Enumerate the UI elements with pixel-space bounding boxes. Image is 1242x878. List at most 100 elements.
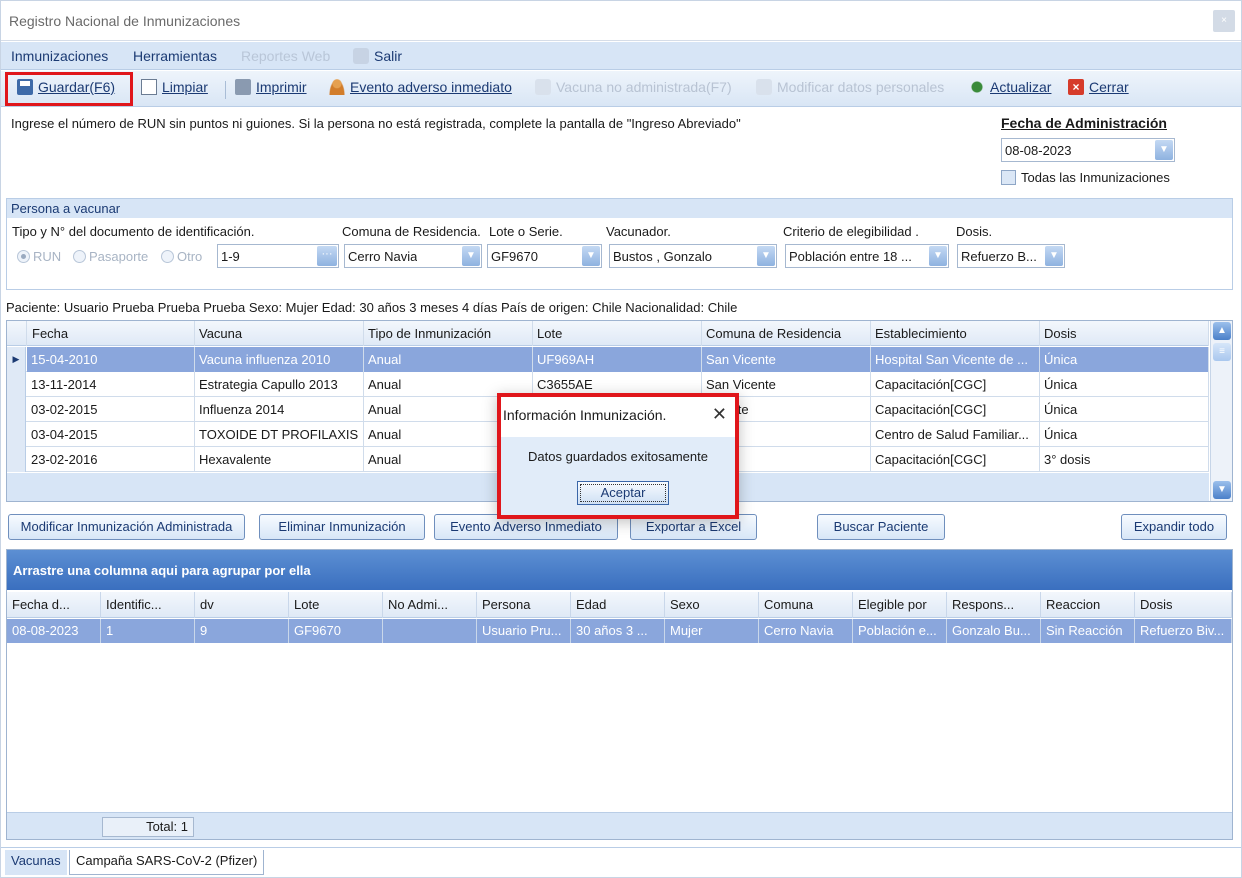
table-cell[interactable]: Centro de Salud Familiar...	[871, 422, 1040, 447]
documento-input[interactable]: 1-9 ···	[217, 244, 339, 268]
table-cell[interactable]: Estrategia Capullo 2013	[195, 372, 364, 397]
column-header[interactable]: Fecha d...	[7, 592, 101, 618]
row-header[interactable]	[7, 447, 26, 472]
table-cell[interactable]: Capacitación[CGC]	[871, 447, 1040, 472]
col-comuna[interactable]: Comuna de Residencia	[702, 321, 871, 346]
table-cell[interactable]: Refuerzo Biv...	[1135, 619, 1232, 643]
table-cell[interactable]: Gonzalo Bu...	[947, 619, 1041, 643]
table-cell[interactable]: 9	[195, 619, 289, 643]
chevron-down-icon[interactable]: ▼	[462, 246, 480, 266]
column-header[interactable]: Identific...	[101, 592, 195, 618]
column-header[interactable]: Persona	[477, 592, 571, 618]
table-cell[interactable]: 15-04-2010	[27, 347, 195, 372]
table-cell[interactable]: Hexavalente	[195, 447, 364, 472]
row-header[interactable]	[7, 372, 26, 397]
chevron-down-icon[interactable]: ▼	[1155, 140, 1173, 160]
table-cell[interactable]: Vacuna influenza 2010	[195, 347, 364, 372]
table-cell[interactable]: Anual	[364, 347, 533, 372]
group-by-bar[interactable]: Arrastre una columna aqui para agrupar p…	[7, 550, 1232, 590]
todas-inmunizaciones-checkbox[interactable]	[1001, 170, 1016, 185]
history-scrollbar[interactable]: ▲ ≡ ▼	[1210, 321, 1232, 501]
table-cell[interactable]: 03-04-2015	[27, 422, 195, 447]
col-lote[interactable]: Lote	[533, 321, 702, 346]
window-close-button[interactable]: ×	[1213, 10, 1235, 32]
column-header[interactable]: Comuna	[759, 592, 853, 618]
table-cell[interactable]: Usuario Pru...	[477, 619, 571, 643]
cerrar-button[interactable]: × Cerrar	[1068, 79, 1129, 95]
menu-reportes-web[interactable]: Reportes Web	[241, 48, 330, 64]
modificar-datos-button[interactable]: Modificar datos personales	[756, 79, 944, 95]
radio-run[interactable]: RUN	[17, 249, 61, 264]
actualizar-button[interactable]: Actualizar	[969, 79, 1051, 95]
column-header[interactable]: Reaccion	[1041, 592, 1135, 618]
table-cell[interactable]: 1	[101, 619, 195, 643]
column-header[interactable]: Respons...	[947, 592, 1041, 618]
col-vacuna[interactable]: Vacuna	[195, 321, 364, 346]
table-cell[interactable]: Única	[1040, 372, 1209, 397]
radio-pasaporte[interactable]: Pasaporte	[73, 249, 148, 264]
table-row[interactable]: 08-08-2023 1 9 GF9670 Usuario Pru... 30 años …	[7, 619, 1232, 643]
table-cell[interactable]: GF9670	[289, 619, 383, 643]
table-cell[interactable]: Capacitación[CGC]	[871, 397, 1040, 422]
table-cell[interactable]: Única	[1040, 397, 1209, 422]
table-cell[interactable]: Población e...	[853, 619, 947, 643]
expandir-todo-button[interactable]: Expandir todo	[1121, 514, 1227, 540]
column-header[interactable]: Lote	[289, 592, 383, 618]
dialog-close-icon[interactable]: ✕	[712, 404, 727, 425]
chevron-down-icon[interactable]: ▼	[929, 246, 947, 266]
comuna-select[interactable]: Cerro Navia ▼	[344, 244, 482, 268]
table-cell[interactable]: 23-02-2016	[27, 447, 195, 472]
tab-campana-sars-cov-2[interactable]: Campaña SARS-CoV-2 (Pfizer)	[69, 850, 265, 875]
fecha-administracion-picker[interactable]: 08-08-2023 ▼	[1001, 138, 1175, 162]
criterio-select[interactable]: Población entre 18 ... ▼	[785, 244, 949, 268]
column-header[interactable]: Dosis	[1135, 592, 1232, 618]
vacuna-no-administrada-button[interactable]: Vacuna no administrada(F7)	[535, 79, 732, 95]
modificar-inmunizacion-button[interactable]: Modificar Inmunización Administrada	[8, 514, 245, 540]
table-cell[interactable]: Única	[1040, 422, 1209, 447]
table-cell[interactable]: 30 años 3 ...	[571, 619, 665, 643]
column-header[interactable]: dv	[195, 592, 289, 618]
col-dosis[interactable]: Dosis	[1040, 321, 1209, 346]
current-row-arrow-icon[interactable]: ▶	[7, 347, 26, 372]
lote-select[interactable]: GF9670 ▼	[487, 244, 602, 268]
dosis-select[interactable]: Refuerzo B... ▼	[957, 244, 1065, 268]
table-cell[interactable]: Sin Reacción	[1041, 619, 1135, 643]
col-fecha[interactable]: Fecha	[27, 321, 195, 346]
limpiar-button[interactable]: Limpiar	[141, 79, 208, 95]
table-cell[interactable]: UF969AH	[533, 347, 702, 372]
eliminar-inmunizacion-button[interactable]: Eliminar Inmunización	[259, 514, 425, 540]
column-header[interactable]: Edad	[571, 592, 665, 618]
col-tipo[interactable]: Tipo de Inmunización	[364, 321, 533, 346]
aceptar-button[interactable]: Aceptar	[577, 481, 669, 505]
row-header[interactable]	[7, 422, 26, 447]
table-cell[interactable]: 03-02-2015	[27, 397, 195, 422]
row-header[interactable]	[7, 397, 26, 422]
evento-adverso-button[interactable]: Evento adverso inmediato	[329, 79, 512, 95]
scroll-down-icon[interactable]: ▼	[1213, 481, 1231, 499]
table-cell[interactable]: Única	[1040, 347, 1209, 372]
column-header[interactable]: Sexo	[665, 592, 759, 618]
chevron-down-icon[interactable]: ▼	[582, 246, 600, 266]
scroll-thumb[interactable]: ≡	[1213, 343, 1231, 361]
table-cell[interactable]: Hospital San Vicente de ...	[871, 347, 1040, 372]
table-cell[interactable]: TOXOIDE DT PROFILAXIS	[195, 422, 364, 447]
table-cell[interactable]: Capacitación[CGC]	[871, 372, 1040, 397]
table-cell[interactable]: Mujer	[665, 619, 759, 643]
menu-inmunizaciones[interactable]: Inmunizaciones	[11, 48, 108, 64]
column-header[interactable]: No Admi...	[383, 592, 477, 618]
table-cell[interactable]: San Vicente	[702, 347, 871, 372]
radio-otro[interactable]: Otro	[161, 249, 202, 264]
column-header[interactable]: Elegible por	[853, 592, 947, 618]
menu-herramientas[interactable]: Herramientas	[133, 48, 217, 64]
table-cell[interactable]: Influenza 2014	[195, 397, 364, 422]
chevron-down-icon[interactable]: ▼	[1045, 246, 1063, 266]
imprimir-button[interactable]: Imprimir	[235, 79, 307, 95]
table-row[interactable]: ▶ 15-04-2010 Vacuna influenza 2010 Anual UF9…	[7, 347, 1209, 372]
tab-vacunas[interactable]: Vacunas	[5, 850, 67, 875]
table-cell[interactable]: Cerro Navia	[759, 619, 853, 643]
table-cell[interactable]: 3° dosis	[1040, 447, 1209, 472]
table-cell[interactable]: 13-11-2014	[27, 372, 195, 397]
scroll-up-icon[interactable]: ▲	[1213, 322, 1231, 340]
menu-salir[interactable]: Salir	[353, 48, 402, 64]
chevron-down-icon[interactable]: ▼	[757, 246, 775, 266]
